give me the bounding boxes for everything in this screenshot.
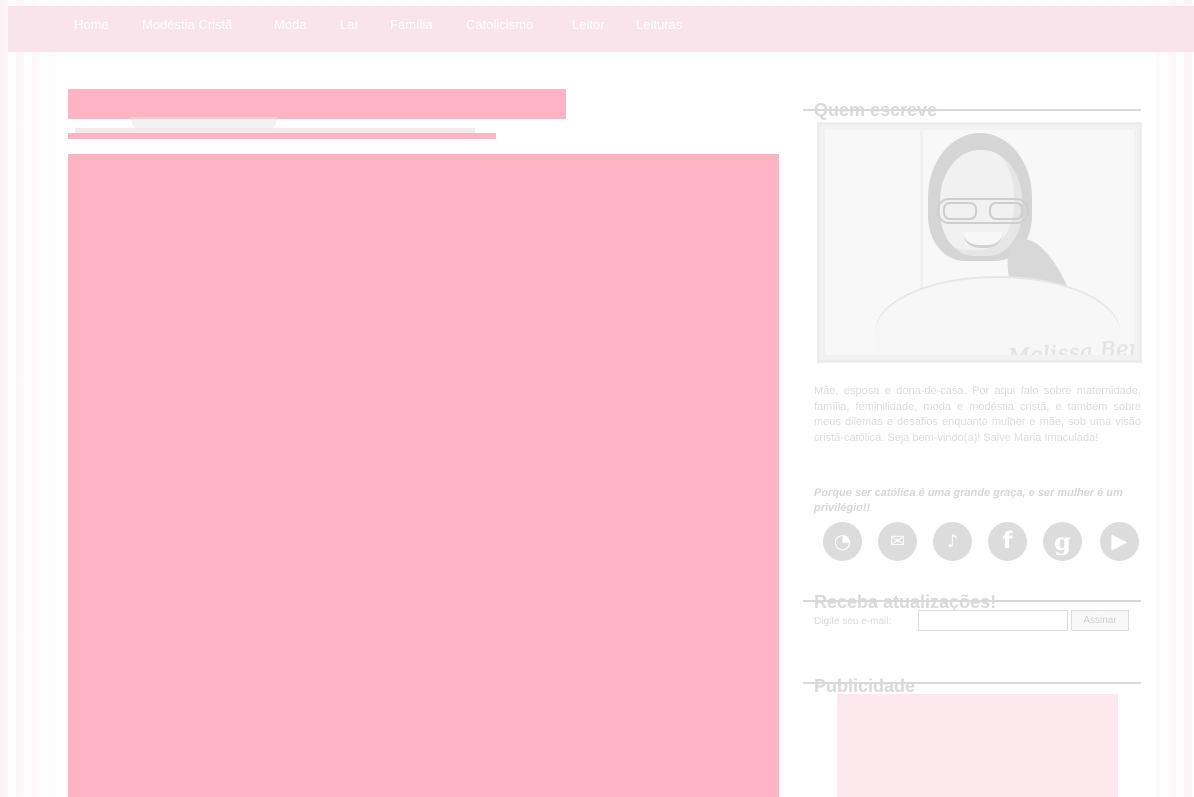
masked-post-title	[68, 89, 566, 119]
author-widget-divider	[803, 109, 1141, 111]
author-photo-image: Melissa Bergonso	[825, 130, 1134, 355]
nav-item-leitor[interactable]: Leitor	[572, 16, 605, 34]
nav-item-catolicismo[interactable]: Catolicismo	[466, 16, 533, 34]
author-quote: Porque ser católica é uma grande graça, …	[814, 487, 1123, 515]
author-photo: Melissa Bergonso	[817, 122, 1142, 363]
mail-icon[interactable]: ✉	[878, 522, 917, 561]
google-icon[interactable]: g	[1043, 522, 1082, 561]
nav-item-lar[interactable]: Lar	[340, 16, 359, 34]
advertising-placeholder	[837, 694, 1118, 797]
youtube-icon[interactable]: ▶	[1100, 522, 1139, 561]
nav-item-modestia-crista[interactable]: Modéstia Cristã	[142, 16, 232, 34]
blog-content: Quem escreve Melissa Bergonso Mãe, espos…	[59, 52, 1156, 797]
masked-post-image	[68, 154, 779, 797]
blog-page: Home Modéstia Cristã Moda Lar Família Ca…	[0, 0, 1194, 797]
nav-item-moda[interactable]: Moda	[274, 16, 307, 34]
nav-item-leituras[interactable]: Leituras	[636, 16, 682, 34]
sidebar: Quem escreve Melissa Bergonso Mãe, espos…	[803, 82, 1143, 797]
email-label: Digite seu e-mail:	[814, 616, 892, 627]
rss-icon[interactable]: ◔	[823, 522, 862, 561]
author-glasses-shape	[937, 198, 1029, 224]
nav-item-home[interactable]: Home	[74, 16, 109, 34]
author-bio: Mãe, esposa e dona-de-casa. Por aqui fal…	[814, 385, 1141, 444]
nav-item-familia[interactable]: Família	[390, 16, 433, 34]
subscribe-button[interactable]: Assinar	[1071, 610, 1129, 631]
advertising-widget-divider	[803, 682, 1141, 684]
top-navigation: Home Modéstia Cristã Moda Lar Família Ca…	[8, 6, 1194, 52]
twitter-icon[interactable]: ♪	[933, 522, 972, 561]
email-field[interactable]	[918, 610, 1068, 631]
facebook-icon[interactable]: f	[988, 522, 1027, 561]
social-links: ◔ ✉ ♪ f g ▶	[823, 522, 1143, 565]
subscription-widget-divider	[803, 600, 1141, 602]
masked-post-metadata	[68, 133, 496, 139]
